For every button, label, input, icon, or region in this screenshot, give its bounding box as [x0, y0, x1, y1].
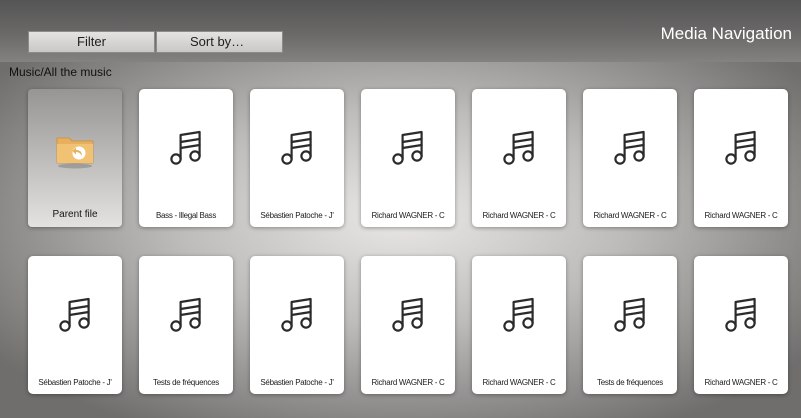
- tile-label: Richard WAGNER - C: [593, 211, 667, 220]
- music-note-icon: [277, 296, 317, 336]
- breadcrumb: Music/All the music: [9, 65, 112, 79]
- media-file-tile[interactable]: Tests de fréquences: [139, 256, 233, 394]
- tile-label: Tests de fréquences: [153, 378, 219, 387]
- media-file-tile[interactable]: Sébastien Patoche - J': [250, 89, 344, 227]
- folder-back-icon: [54, 129, 96, 171]
- tile-label: Tests de fréquences: [597, 378, 663, 387]
- tile-label: Parent file: [52, 209, 98, 220]
- music-note-icon: [55, 296, 95, 336]
- music-note-icon: [721, 129, 761, 169]
- tile-label: Richard WAGNER - C: [704, 211, 778, 220]
- media-file-tile[interactable]: Richard WAGNER - C: [694, 256, 788, 394]
- music-note-icon: [499, 296, 539, 336]
- tile-label: Richard WAGNER - C: [371, 378, 445, 387]
- media-file-tile[interactable]: Richard WAGNER - C: [472, 89, 566, 227]
- media-file-tile[interactable]: Sébastien Patoche - J': [28, 256, 122, 394]
- tile-label: Sébastien Patoche - J': [260, 211, 334, 220]
- media-file-tile[interactable]: Sébastien Patoche - J': [250, 256, 344, 394]
- music-note-icon: [166, 296, 206, 336]
- media-file-tile[interactable]: Richard WAGNER - C: [583, 89, 677, 227]
- media-file-tile[interactable]: Bass - Illegal Bass: [139, 89, 233, 227]
- top-bar: Filter Sort by… Media Navigation: [0, 0, 801, 62]
- filter-tab[interactable]: Filter: [28, 31, 155, 53]
- media-file-tile[interactable]: Richard WAGNER - C: [472, 256, 566, 394]
- tile-label: Sébastien Patoche - J': [260, 378, 334, 387]
- music-note-icon: [388, 129, 428, 169]
- media-navigation-screen: Filter Sort by… Media Navigation Music/A…: [0, 0, 801, 418]
- parent-file-tile[interactable]: Parent file: [28, 89, 122, 227]
- music-note-icon: [610, 129, 650, 169]
- tile-label: Richard WAGNER - C: [371, 211, 445, 220]
- media-file-tile[interactable]: Tests de fréquences: [583, 256, 677, 394]
- music-note-icon: [388, 296, 428, 336]
- music-note-icon: [610, 296, 650, 336]
- sort-by-tab[interactable]: Sort by…: [156, 31, 283, 53]
- music-note-icon: [721, 296, 761, 336]
- media-file-tile[interactable]: Richard WAGNER - C: [361, 89, 455, 227]
- music-note-icon: [277, 129, 317, 169]
- music-note-icon: [166, 129, 206, 169]
- tile-label: Richard WAGNER - C: [704, 378, 778, 387]
- music-note-icon: [499, 129, 539, 169]
- tile-label: Richard WAGNER - C: [482, 378, 556, 387]
- app-title: Media Navigation: [660, 24, 792, 43]
- media-file-tile[interactable]: Richard WAGNER - C: [694, 89, 788, 227]
- media-file-tile[interactable]: Richard WAGNER - C: [361, 256, 455, 394]
- tile-label: Sébastien Patoche - J': [38, 378, 112, 387]
- tile-label: Bass - Illegal Bass: [155, 211, 217, 220]
- tile-label: Richard WAGNER - C: [482, 211, 556, 220]
